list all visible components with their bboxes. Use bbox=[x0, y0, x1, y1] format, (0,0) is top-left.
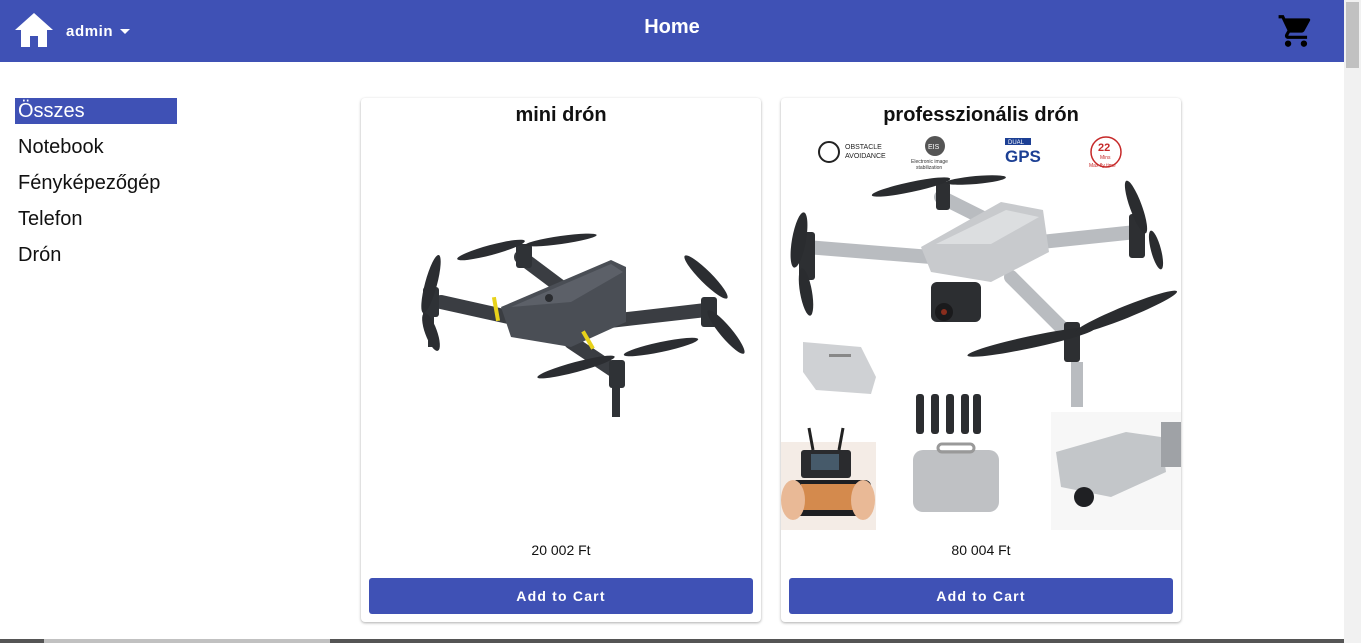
product-price: 80 004 Ft bbox=[951, 542, 1011, 558]
vertical-scrollbar[interactable] bbox=[1344, 0, 1361, 643]
horizontal-scrollbar[interactable] bbox=[0, 639, 1344, 643]
svg-text:22: 22 bbox=[1098, 142, 1110, 154]
user-menu-button[interactable]: admin bbox=[66, 21, 131, 41]
home-button[interactable] bbox=[12, 10, 56, 50]
svg-text:EIS: EIS bbox=[928, 144, 940, 151]
svg-text:Mins: Mins bbox=[1100, 155, 1111, 161]
home-icon bbox=[15, 13, 53, 47]
horizontal-scrollbar-thumb[interactable] bbox=[44, 639, 330, 643]
product-name: professzionális drón bbox=[883, 104, 1079, 126]
cart-icon bbox=[1278, 15, 1311, 47]
svg-text:DUAL: DUAL bbox=[1008, 140, 1025, 146]
svg-text:GPS: GPS bbox=[1005, 147, 1041, 166]
svg-text:OBSTACLE: OBSTACLE bbox=[845, 144, 882, 151]
page-title: Home bbox=[644, 16, 700, 38]
eis-badge: EIS Electronic image stabilization bbox=[911, 136, 948, 171]
caret-down-icon bbox=[120, 28, 131, 34]
category-item-dron[interactable]: Drón bbox=[15, 242, 177, 278]
cart-button[interactable] bbox=[1276, 12, 1316, 50]
category-sidebar: Összes Notebook Fényképezőgép Telefon Dr… bbox=[15, 98, 177, 278]
professional-drone-image: OBSTACLE AVOIDANCE EIS Electronic image … bbox=[781, 136, 1181, 530]
mini-drone-image bbox=[421, 233, 745, 417]
svg-text:Max fly time: Max fly time bbox=[1089, 163, 1116, 169]
category-item-notebook[interactable]: Notebook bbox=[15, 134, 177, 170]
category-item-fenykepezogep[interactable]: Fényképezőgép bbox=[15, 170, 177, 206]
add-to-cart-button[interactable]: Add to Cart bbox=[789, 578, 1173, 614]
product-name: mini drón bbox=[515, 104, 607, 126]
horizontal-scrollbar-track-right bbox=[330, 639, 1344, 643]
category-item-osszes[interactable]: Összes bbox=[15, 98, 177, 124]
dual-gps-badge: DUAL GPS bbox=[1005, 138, 1041, 166]
category-item-telefon[interactable]: Telefon bbox=[15, 206, 177, 242]
username-label: admin bbox=[66, 22, 114, 40]
vertical-scrollbar-thumb[interactable] bbox=[1346, 2, 1359, 68]
svg-text:stabilization: stabilization bbox=[916, 165, 942, 171]
product-price: 20 002 Ft bbox=[531, 542, 591, 558]
add-to-cart-button[interactable]: Add to Cart bbox=[369, 578, 753, 614]
product-card: mini drón 20 002 Ft Add to Cart bbox=[361, 98, 761, 622]
horizontal-scrollbar-track-left bbox=[0, 639, 44, 643]
svg-text:AVOIDANCE: AVOIDANCE bbox=[845, 153, 886, 160]
top-toolbar: admin Home bbox=[0, 0, 1344, 62]
max-fly-time-badge: 22 Mins Max fly time bbox=[1089, 136, 1122, 169]
product-card: professzionális drón OBSTACLE AVOIDANCE … bbox=[781, 98, 1181, 622]
obstacle-avoidance-badge: OBSTACLE AVOIDANCE bbox=[818, 141, 886, 163]
